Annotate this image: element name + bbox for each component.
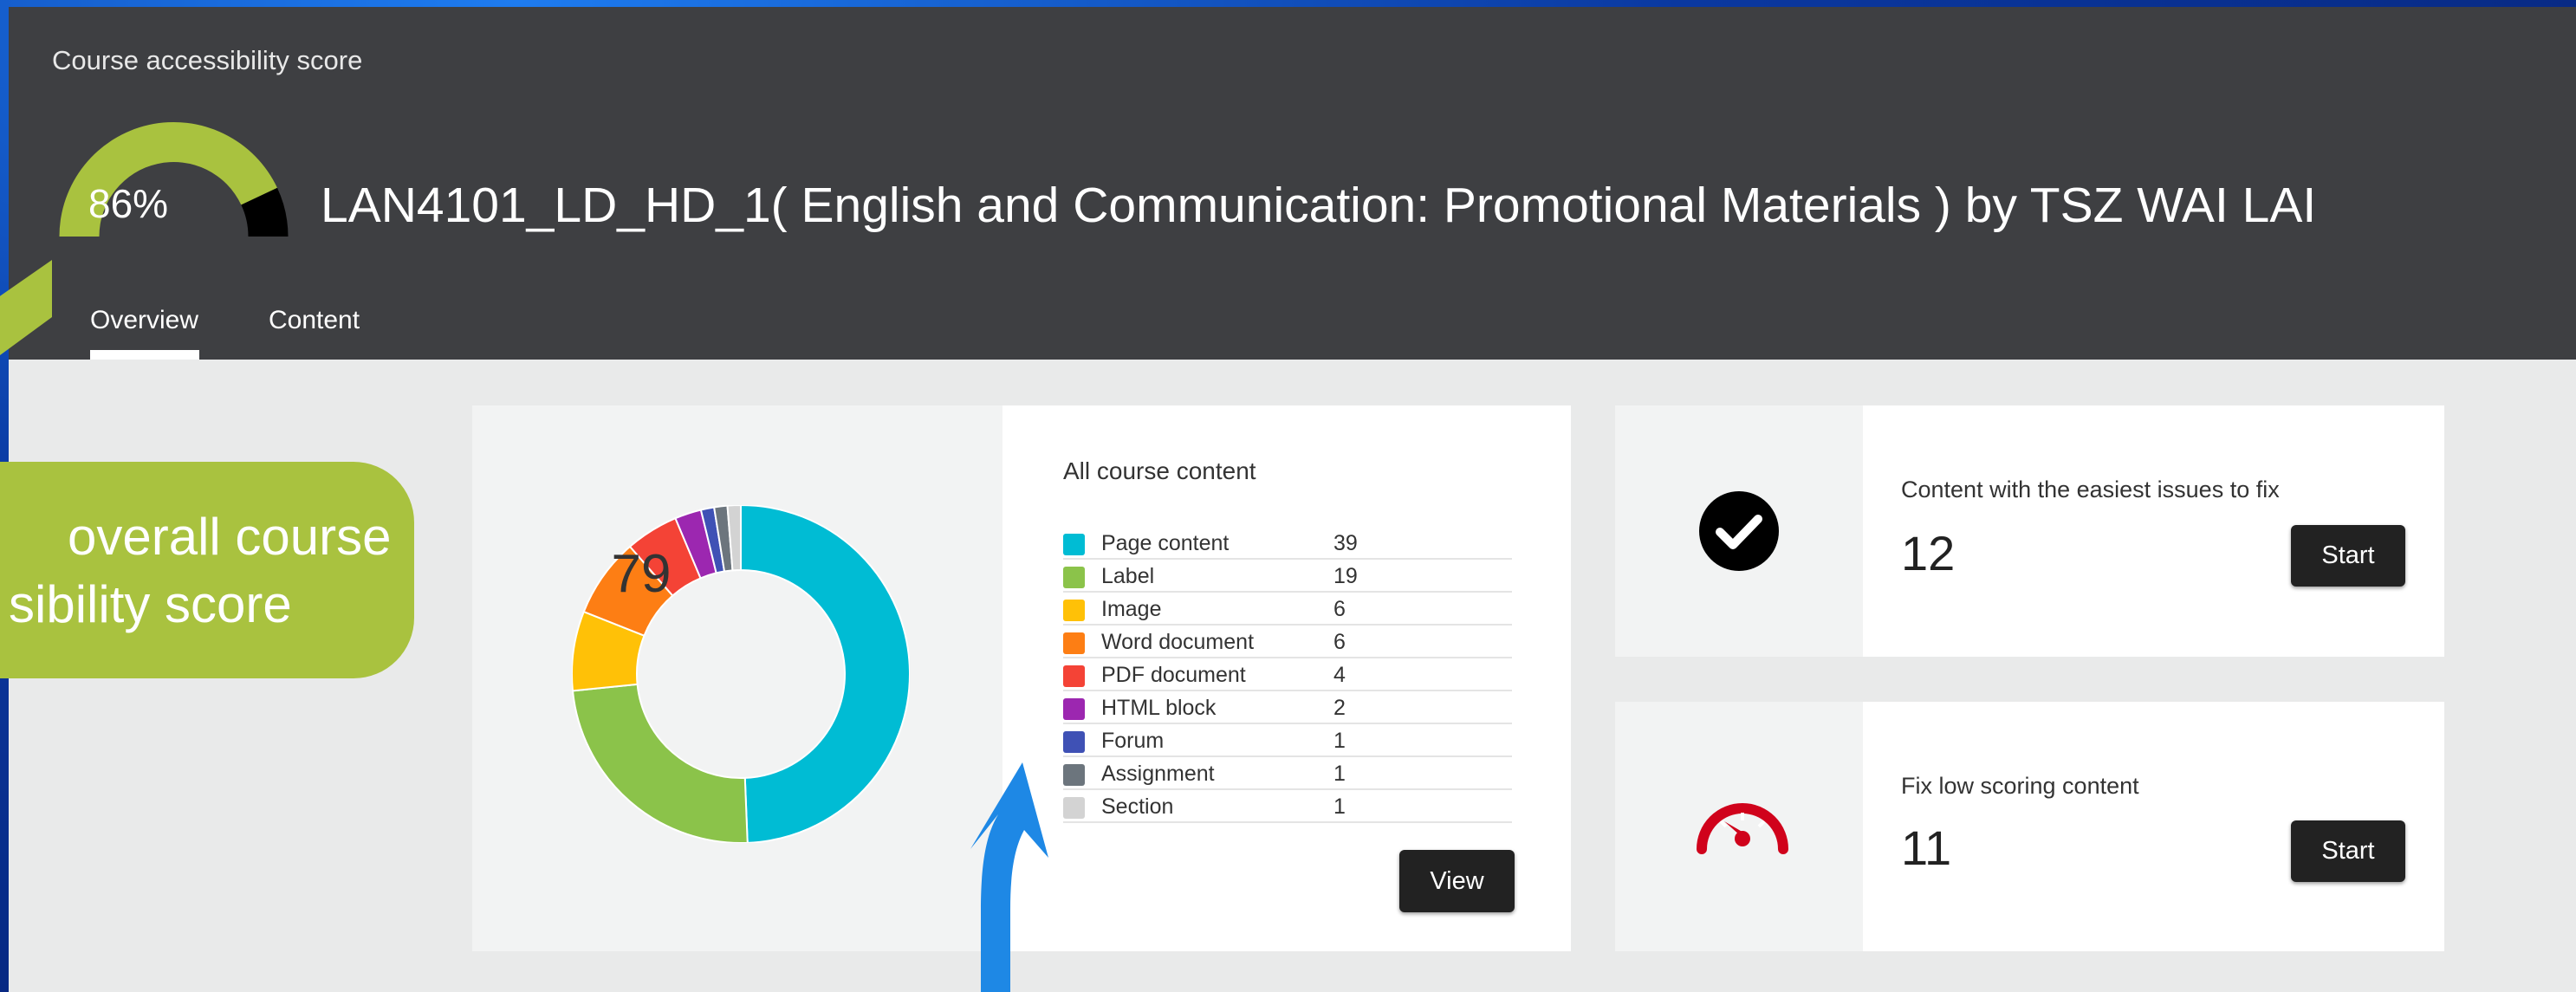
legend-swatch (1063, 665, 1085, 687)
check-circle-icon (1699, 491, 1779, 571)
easy-issues-count: 12 (1901, 526, 1956, 580)
low-scoring-title: Fix low scoring content (1901, 773, 2139, 799)
legend-row: Page content 39 (1063, 527, 1512, 560)
legend-swatch (1063, 567, 1085, 588)
legend-row: Section 1 (1063, 790, 1512, 823)
tab-overview[interactable]: Overview (90, 306, 198, 335)
legend-count: 39 (1333, 531, 1358, 555)
easy-issues-title: Content with the easiest issues to fix (1901, 477, 2280, 502)
legend-count: 1 (1333, 762, 1346, 786)
legend-count: 1 (1333, 794, 1346, 819)
low-scoring-icon-area (1615, 702, 1863, 951)
tab-content[interactable]: Content (269, 306, 360, 335)
content-legend: Page content 39 Label 19 Image 6 Word docum… (1063, 527, 1512, 823)
legend-label: HTML block (1101, 696, 1217, 720)
legend-label: Assignment (1101, 762, 1215, 786)
legend-count: 6 (1333, 630, 1346, 654)
legend-label: Word document (1101, 630, 1255, 654)
easy-issues-card: Content with the easiest issues to fix 1… (1863, 405, 2444, 657)
callout-bubble: overall course sibility score (0, 462, 414, 678)
legend-label: Label (1101, 564, 1155, 588)
score-value: 86% (88, 181, 169, 226)
donut-total: 79 (611, 544, 672, 604)
legend-row: Label 19 (1063, 560, 1512, 593)
legend-swatch (1063, 534, 1085, 555)
score-gauge (59, 122, 289, 237)
speedometer-icon (1697, 803, 1788, 854)
score-label: Course accessibility score (52, 45, 363, 75)
easy-issues-icon-area (1615, 405, 1863, 657)
callout-line-1: overall course (68, 508, 392, 566)
legend-row: Image 6 (1063, 593, 1512, 626)
course-title: LAN4101_LD_HD_1( English and Communicati… (321, 178, 2317, 233)
legend-row: HTML block 2 (1063, 691, 1512, 724)
legend-swatch (1063, 764, 1085, 786)
legend-count: 1 (1333, 729, 1346, 753)
legend-row: Word document 6 (1063, 626, 1512, 658)
donut-chart-panel: 79 (472, 405, 1002, 951)
low-scoring-count: 11 (1901, 820, 1952, 875)
callout-text: overall course sibility score (9, 503, 392, 639)
content-list-title: All course content (1063, 457, 1256, 484)
legend-label: PDF document (1101, 663, 1246, 687)
legend-label: Section (1101, 794, 1174, 819)
active-tab-indicator (90, 350, 199, 360)
legend-count: 19 (1333, 564, 1358, 588)
view-button[interactable]: View (1399, 850, 1515, 912)
legend-row: Assignment 1 (1063, 757, 1512, 790)
legend-swatch (1063, 698, 1085, 720)
legend-row: PDF document 4 (1063, 658, 1512, 691)
legend-swatch (1063, 797, 1085, 819)
legend-swatch (1063, 632, 1085, 654)
low-scoring-start-button[interactable]: Start (2291, 820, 2405, 882)
low-scoring-card: Fix low scoring content 11 Start (1863, 702, 2444, 951)
legend-label: Page content (1101, 531, 1230, 555)
content-list-panel: All course content Page content 39 Label 1… (1002, 405, 1571, 951)
easy-issues-start-button[interactable]: Start (2291, 525, 2405, 587)
arrow-annotation (970, 762, 1048, 992)
callout-line-2: sibility score (9, 575, 292, 633)
legend-label: Forum (1101, 729, 1165, 753)
legend-row: Forum 1 (1063, 724, 1512, 757)
legend-count: 2 (1333, 696, 1346, 720)
page-header: Course accessibility score 86% LAN4101_L… (9, 7, 2576, 360)
legend-swatch (1063, 731, 1085, 753)
legend-count: 6 (1333, 597, 1346, 621)
legend-swatch (1063, 600, 1085, 621)
legend-count: 4 (1333, 663, 1346, 687)
legend-label: Image (1101, 597, 1162, 621)
